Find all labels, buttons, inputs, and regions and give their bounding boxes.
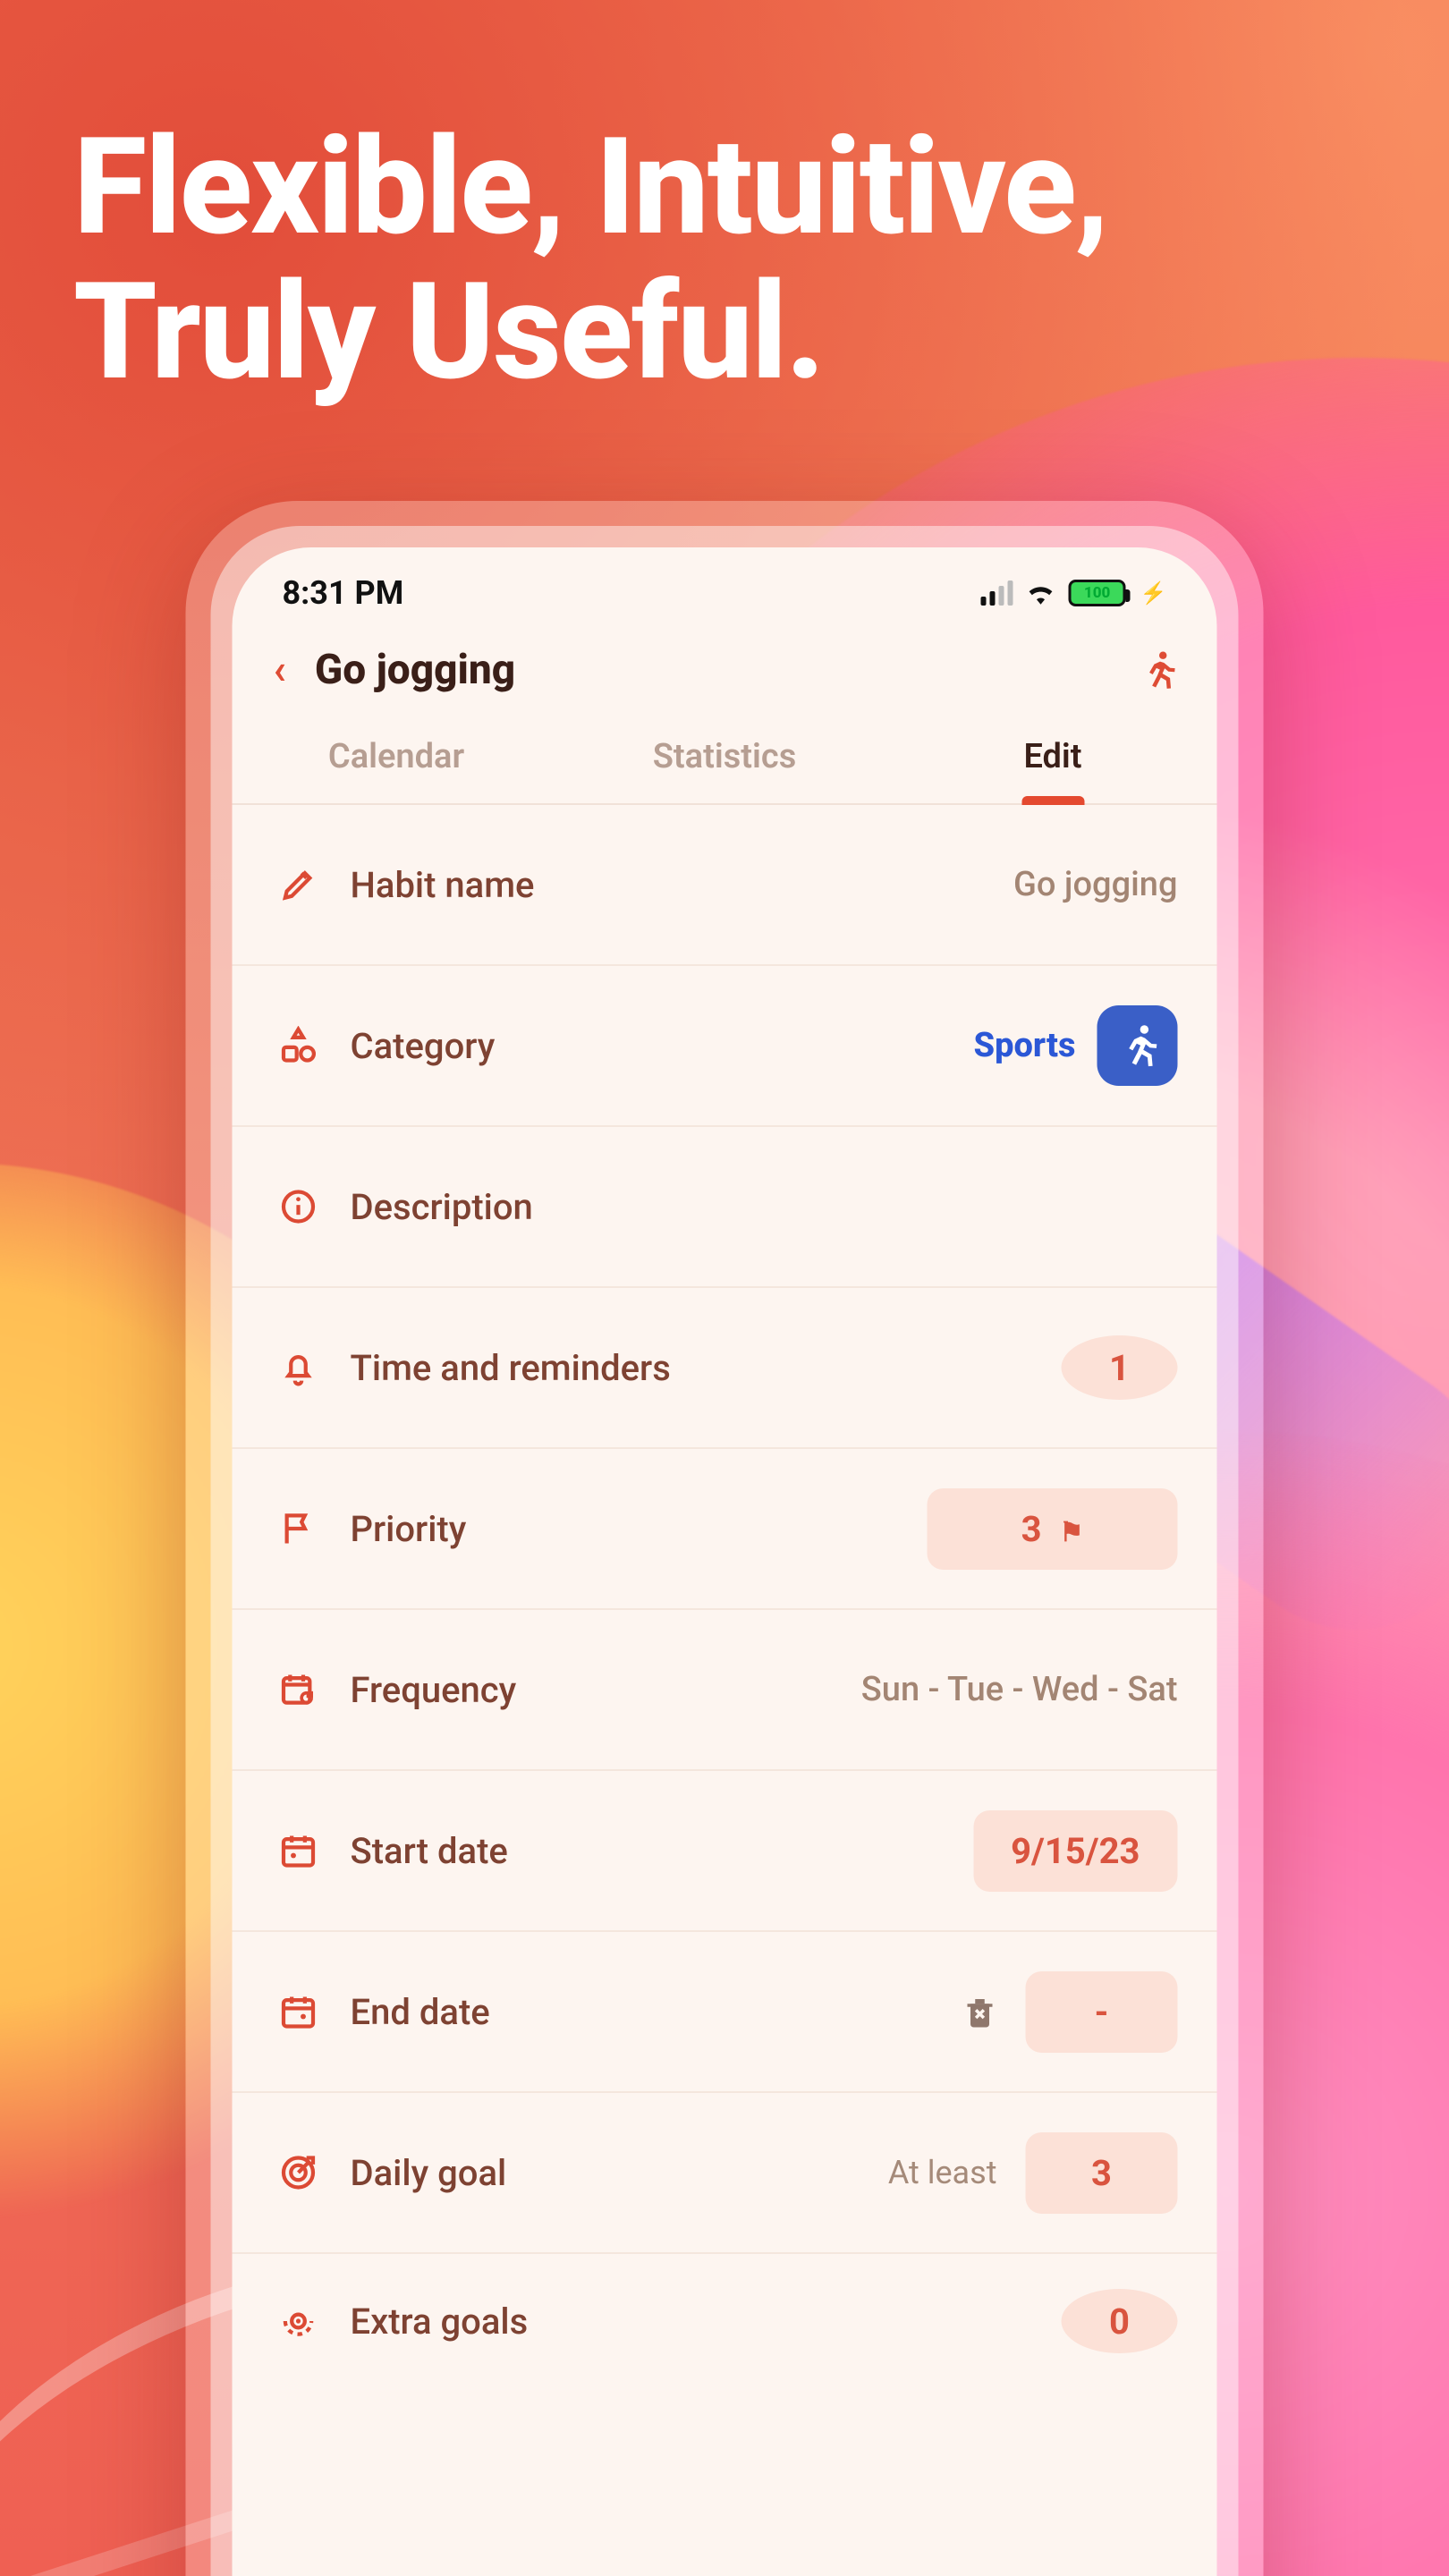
row-daily-goal[interactable]: Daily goal At least 3 — [233, 2093, 1217, 2254]
bell-icon — [272, 1348, 326, 1387]
pencil-icon — [272, 865, 326, 904]
battery-icon: 100 — [1069, 580, 1126, 606]
row-label: Daily goal — [351, 2152, 888, 2194]
tab-edit[interactable]: Edit — [889, 710, 1217, 803]
headline-line: Flexible, Intuitive, — [73, 114, 1107, 259]
row-description[interactable]: Description — [233, 1127, 1217, 1288]
row-label: End date — [351, 1991, 962, 2033]
flag-icon: ⚑ — [1060, 1517, 1084, 1548]
page-title: Go jogging — [315, 646, 1117, 694]
calendar-dot-icon — [272, 1992, 326, 2031]
frequency-value: Sun - Tue - Wed - Sat — [861, 1670, 1178, 1709]
reminders-count-badge: 1 — [1062, 1335, 1178, 1400]
category-badge[interactable] — [1097, 1005, 1178, 1086]
row-label: Habit name — [351, 864, 1014, 906]
daily-goal-qualifier: At least — [888, 2154, 997, 2191]
tab-calendar[interactable]: Calendar — [233, 710, 561, 803]
row-label: Extra goals — [351, 2301, 1062, 2343]
row-label: Category — [351, 1025, 974, 1067]
bullseye-icon — [272, 2301, 326, 2341]
promo-headline: Flexible, Intuitive, Truly Useful. — [73, 114, 1107, 404]
back-button[interactable]: ‹ — [265, 642, 295, 698]
row-label: Time and reminders — [351, 1347, 1062, 1389]
row-start-date[interactable]: Start date 9/15/23 — [233, 1771, 1217, 1932]
start-date-pill[interactable]: 9/15/23 — [973, 1810, 1177, 1892]
habit-name-value: Go jogging — [1013, 865, 1177, 904]
tabs: Calendar Statistics Edit — [233, 710, 1217, 805]
priority-value: 3 — [1021, 1508, 1042, 1550]
app-header: ‹ Go jogging — [233, 623, 1217, 710]
phone-mockup: 8:31 PM 100 ⚡ ‹ Go jogging — [186, 501, 1264, 2576]
status-time: 8:31 PM — [283, 574, 404, 612]
row-label: Start date — [351, 1830, 974, 1872]
info-icon — [272, 1187, 326, 1226]
row-extra-goals[interactable]: Extra goals 0 — [233, 2254, 1217, 2388]
row-category[interactable]: Category Sports — [233, 966, 1217, 1127]
headline-line: Truly Useful. — [73, 259, 1107, 404]
settings-list: Habit name Go jogging Category Sports — [233, 805, 1217, 2576]
row-label: Frequency — [351, 1669, 861, 1711]
category-value: Sports — [974, 1026, 1076, 1065]
end-date-pill[interactable]: - — [1026, 1971, 1178, 2053]
charging-icon: ⚡ — [1140, 580, 1167, 606]
shapes-icon — [272, 1026, 326, 1065]
status-bar: 8:31 PM 100 ⚡ — [233, 547, 1217, 623]
priority-pill[interactable]: 3 ⚑ — [928, 1488, 1178, 1570]
promo-canvas: Flexible, Intuitive, Truly Useful. 8:31 … — [0, 0, 1449, 2576]
tab-statistics[interactable]: Statistics — [561, 710, 889, 803]
target-icon — [272, 2153, 326, 2192]
trash-icon[interactable] — [962, 1993, 999, 2030]
row-priority[interactable]: Priority 3 ⚑ — [233, 1449, 1217, 1610]
running-icon[interactable] — [1137, 649, 1178, 691]
row-frequency[interactable]: Frequency Sun - Tue - Wed - Sat — [233, 1610, 1217, 1771]
calendar-repeat-icon — [272, 1670, 326, 1709]
phone-screen: 8:31 PM 100 ⚡ ‹ Go jogging — [233, 547, 1217, 2576]
row-reminders[interactable]: Time and reminders 1 — [233, 1288, 1217, 1449]
wifi-icon — [1026, 581, 1056, 605]
extra-goals-count-badge: 0 — [1062, 2289, 1178, 2353]
daily-goal-pill[interactable]: 3 — [1026, 2132, 1178, 2214]
status-right: 100 ⚡ — [981, 580, 1167, 606]
row-label: Description — [351, 1186, 1178, 1228]
row-end-date[interactable]: End date - — [233, 1932, 1217, 2093]
row-habit-name[interactable]: Habit name Go jogging — [233, 805, 1217, 966]
cellular-icon — [981, 580, 1013, 606]
calendar-dot-icon — [272, 1831, 326, 1870]
flag-icon — [272, 1509, 326, 1548]
row-label: Priority — [351, 1508, 928, 1550]
